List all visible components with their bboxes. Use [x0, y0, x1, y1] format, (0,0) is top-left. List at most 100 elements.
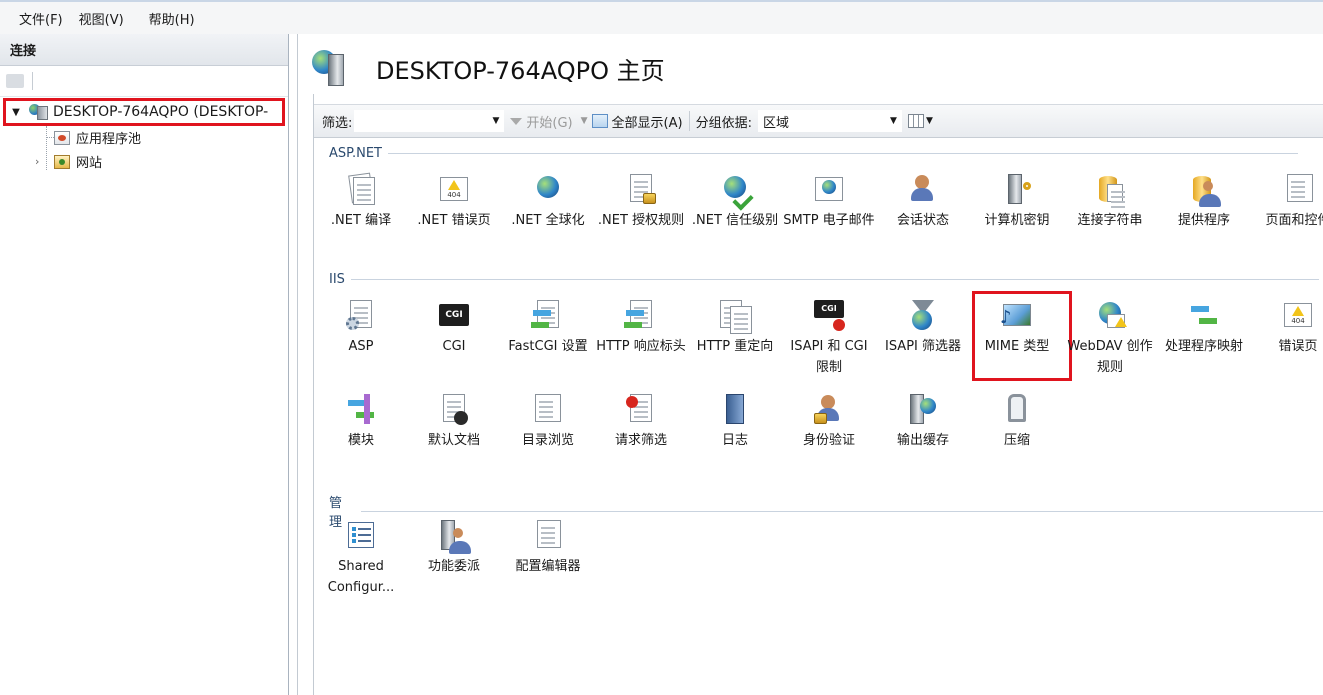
smtp-icon [812, 172, 846, 206]
session-icon [906, 172, 940, 206]
view-icon [907, 114, 924, 128]
authentication-icon [812, 392, 846, 426]
http-headers-icon [624, 298, 658, 332]
filter-input[interactable]: ▼ [354, 110, 505, 132]
feature-label: 页面和控件 [1265, 213, 1323, 228]
feature-net-trust-levels[interactable]: .NET 信任级别 [688, 172, 782, 231]
chevron-down-icon[interactable]: ▼ [926, 116, 933, 126]
feature-net-compile[interactable]: .NET 编译 [314, 172, 408, 231]
tree-item-app-pools[interactable]: 应用程序池 [54, 128, 141, 147]
tree-item-sites[interactable]: › 网站 [35, 152, 102, 171]
feature-machine-key[interactable]: 计算机密钥 [970, 172, 1064, 231]
toolbar-separator [688, 111, 690, 131]
feature-net-error-pages[interactable]: 404 .NET 错误页 [407, 172, 501, 231]
feature-label: 身份验证 [802, 433, 855, 448]
feature-modules[interactable]: 模块 [314, 392, 408, 451]
feature-net-globalization[interactable]: .NET 全球化 [501, 172, 595, 231]
feature-label: Shared Configur... [327, 559, 395, 595]
group-by-select[interactable]: 区域 ▼ [757, 110, 902, 132]
feature-label: 会话状态 [896, 213, 949, 228]
feature-webdav[interactable]: WebDAV 创作规则 [1063, 298, 1157, 378]
feature-label: 错误页 [1278, 339, 1318, 354]
chevron-down-icon[interactable]: ▼ [890, 116, 897, 126]
feature-default-document[interactable]: 默认文档 [407, 392, 501, 451]
feature-output-caching[interactable]: 输出缓存 [876, 392, 970, 451]
view-button[interactable]: ▼ [907, 114, 933, 128]
menu-view[interactable]: 视图(V) [74, 9, 144, 28]
feature-error-pages[interactable]: 404 错误页 [1251, 298, 1323, 357]
feature-label: .NET 信任级别 [691, 213, 779, 228]
home-pane: DESKTOP-764AQPO 主页 筛选: ▼ 开始(G) ▼ 全部显示(A)… [297, 34, 1323, 695]
handler-mapping-icon [1187, 298, 1221, 332]
feature-label: 提供程序 [1177, 213, 1230, 228]
feature-label: ASP [348, 339, 374, 354]
compression-icon [1000, 392, 1034, 426]
filter-bar: 筛选: ▼ 开始(G) ▼ 全部显示(A) 分组依据: 区域 ▼ ▼ [314, 104, 1323, 138]
feature-label: FastCGI 设置 [508, 339, 588, 354]
chevron-right-icon[interactable]: › [35, 155, 47, 168]
feature-authentication[interactable]: 身份验证 [782, 392, 876, 451]
chevron-down-icon[interactable]: ▼ [9, 107, 23, 118]
isapi-filter-icon [906, 298, 940, 332]
menu-help[interactable]: 帮助(H) [144, 9, 215, 28]
app-pool-icon [54, 130, 70, 145]
start-button[interactable]: 开始(G) [510, 112, 573, 131]
feature-asp[interactable]: ASP [314, 298, 408, 357]
feature-label: 模块 [347, 433, 374, 448]
feature-connection-strings[interactable]: 连接字符串 [1063, 172, 1157, 231]
feature-delegation[interactable]: 功能委派 [407, 518, 501, 577]
feature-logging[interactable]: 日志 [688, 392, 782, 451]
feature-cgi[interactable]: CGI CGI [407, 298, 501, 357]
tree-root-label: DESKTOP-764AQPO (DESKTOP- [53, 104, 269, 120]
feature-label: 配置编辑器 [515, 559, 581, 574]
directory-browsing-icon [531, 392, 565, 426]
feature-label: HTTP 响应标头 [596, 339, 686, 354]
connect-icon[interactable] [6, 74, 24, 88]
section-title: IIS [329, 272, 345, 287]
feature-handler-mappings[interactable]: 处理程序映射 [1157, 298, 1251, 357]
feature-label: SMTP 电子邮件 [783, 213, 875, 228]
feature-pages-controls[interactable]: 页面和控件 [1251, 172, 1323, 231]
server-icon [29, 104, 49, 120]
connections-title: 连接 [0, 34, 288, 66]
feature-directory-browsing[interactable]: 目录浏览 [501, 392, 595, 451]
feature-label: HTTP 重定向 [696, 339, 774, 354]
tree-root-server[interactable]: ▼ DESKTOP-764AQPO (DESKTOP- [3, 98, 285, 126]
chevron-down-icon[interactable]: ▼ [492, 116, 499, 126]
section-aspnet: ASP.NET [329, 146, 1298, 161]
feature-label: 压缩 [1003, 433, 1030, 448]
feature-isapi-cgi-restrictions[interactable]: CGI ISAPI 和 CGI 限制 [782, 298, 876, 378]
feature-compression[interactable]: 压缩 [970, 392, 1064, 451]
feature-fastcgi[interactable]: FastCGI 设置 [501, 298, 595, 357]
feature-session-state[interactable]: 会话状态 [876, 172, 970, 231]
chevron-down-icon[interactable]: ▼ [581, 116, 588, 126]
feature-label: .NET 错误页 [417, 213, 491, 228]
auth-rules-icon [624, 172, 658, 206]
feature-isapi-filters[interactable]: ISAPI 筛选器 [876, 298, 970, 357]
feature-label: 输出缓存 [896, 433, 949, 448]
menu-bar: 文件(F) 视图(V) 帮助(H) [0, 0, 1323, 34]
show-all-button[interactable]: 全部显示(A) [591, 112, 683, 131]
feature-shared-configuration[interactable]: Shared Configur... [314, 518, 408, 598]
globe-icon [531, 172, 565, 206]
sites-icon [54, 154, 70, 169]
feature-http-redirect[interactable]: HTTP 重定向 [688, 298, 782, 357]
filter-label: 筛选: [322, 115, 353, 131]
feature-configuration-editor[interactable]: 配置编辑器 [501, 518, 595, 577]
output-cache-icon [906, 392, 940, 426]
feature-request-filtering[interactable]: 请求筛选 [594, 392, 688, 451]
shared-config-icon [344, 518, 378, 552]
feature-label: 功能委派 [427, 559, 480, 574]
feature-http-response-headers[interactable]: HTTP 响应标头 [594, 298, 688, 357]
providers-icon [1187, 172, 1221, 207]
error-page-icon: 404 [1281, 298, 1315, 332]
menu-file[interactable]: 文件(F) [0, 9, 74, 28]
feature-net-authorization[interactable]: .NET 授权规则 [594, 172, 688, 231]
connection-string-icon [1093, 172, 1127, 206]
section-title: ASP.NET [329, 146, 382, 161]
feature-providers[interactable]: 提供程序 [1157, 172, 1251, 231]
feature-smtp-email[interactable]: SMTP 电子邮件 [782, 172, 876, 231]
webdav-icon [1093, 298, 1127, 332]
feature-label: .NET 编译 [330, 213, 392, 228]
feature-label: 计算机密钥 [984, 213, 1050, 228]
